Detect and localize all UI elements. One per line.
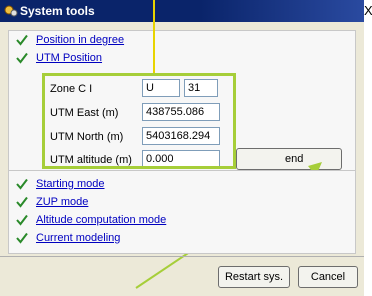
link-current-modeling[interactable]: Current modeling	[36, 232, 120, 244]
check-icon	[16, 34, 28, 46]
footer-divider	[0, 256, 364, 257]
link-zup-mode[interactable]: ZUP mode	[36, 196, 88, 208]
check-icon	[16, 232, 28, 244]
restart-sys-button[interactable]: Restart sys.	[218, 266, 290, 288]
link-utm-position[interactable]: UTM Position	[36, 52, 102, 64]
check-icon	[16, 178, 28, 190]
check-icon	[16, 52, 28, 64]
link-starting-mode[interactable]: Starting mode	[36, 178, 104, 190]
window-title: System tools	[20, 4, 95, 18]
link-altitude-computation-mode[interactable]: Altitude computation mode	[36, 214, 166, 226]
tools-icon	[4, 5, 18, 17]
check-icon	[16, 196, 28, 208]
cancel-button[interactable]: Cancel	[298, 266, 358, 288]
check-icon	[16, 214, 28, 226]
